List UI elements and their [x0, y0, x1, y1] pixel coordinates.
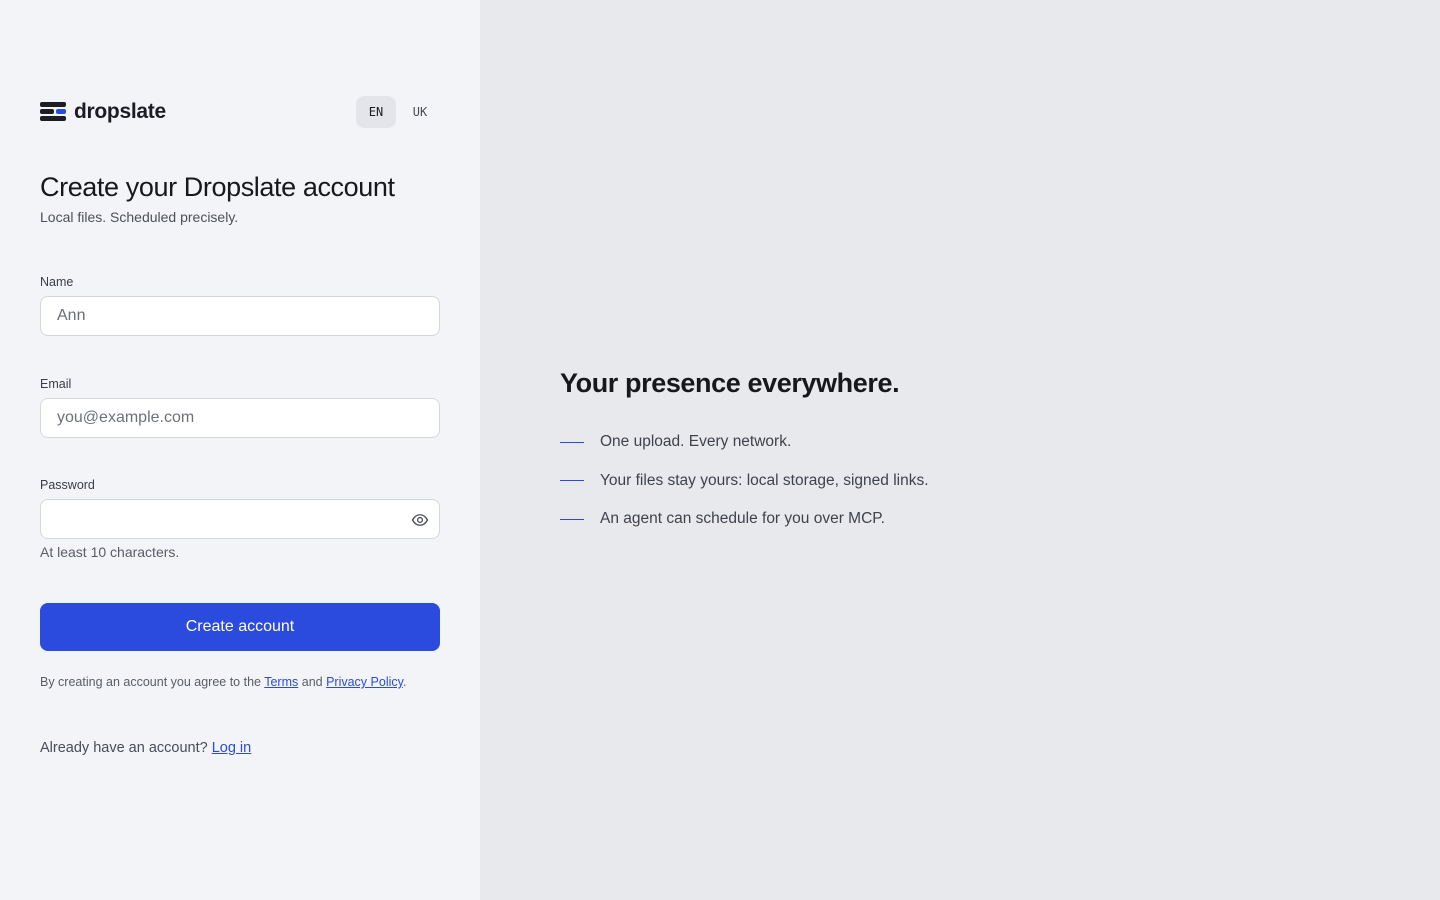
email-placeholder: you@example.com: [57, 409, 195, 426]
create-account-button[interactable]: Create account: [40, 603, 440, 651]
log-in-link[interactable]: Log in: [212, 740, 252, 756]
brand-name: dropslate: [74, 100, 166, 123]
privacy-policy-link[interactable]: Privacy Policy: [326, 675, 403, 689]
page-subtitle: Local files. Scheduled precisely.: [40, 209, 239, 225]
name-label: Name: [40, 275, 74, 289]
login-prompt-text: Already have an account?: [40, 740, 212, 756]
name-value: Ann: [57, 307, 86, 324]
legal-prefix: By creating an account you agree to the: [40, 675, 265, 689]
dash-icon: [560, 518, 584, 520]
stack-logo-icon: [40, 101, 66, 123]
page-title: Create your Dropslate account: [40, 172, 395, 202]
signup-panel: dropslate EN UK Create your Dropslate ac…: [0, 0, 480, 900]
list-item: An agent can schedule for you over MCP.: [560, 509, 929, 529]
feature-list: One upload. Every network. Your files st…: [560, 432, 929, 548]
feature-text: Your files stay yours: local storage, si…: [600, 471, 929, 489]
password-hint: At least 10 characters.: [40, 544, 180, 560]
language-switcher: EN UK: [356, 96, 440, 128]
login-prompt: Already have an account? Log in: [40, 740, 251, 756]
dash-icon: [560, 480, 584, 481]
feature-text: One upload. Every network.: [600, 433, 792, 450]
promo-panel: Your presence everywhere. One upload. Ev…: [480, 0, 1440, 900]
legal-and: and: [298, 675, 327, 689]
top-bar: dropslate EN UK: [40, 96, 440, 128]
email-label: Email: [40, 377, 72, 391]
name-field[interactable]: Ann: [40, 296, 440, 336]
brand[interactable]: dropslate: [40, 100, 166, 124]
promo-title: Your presence everywhere.: [560, 368, 900, 398]
terms-link[interactable]: Terms: [264, 675, 298, 689]
language-uk-button[interactable]: UK: [400, 96, 440, 128]
list-item: One upload. Every network.: [560, 432, 929, 452]
list-item: Your files stay yours: local storage, si…: [560, 471, 929, 491]
dash-icon: [560, 441, 584, 443]
legal-suffix: .: [402, 675, 407, 689]
password-label: Password: [40, 478, 95, 492]
feature-text: An agent can schedule for you over MCP.: [600, 510, 885, 527]
email-field[interactable]: you@example.com: [40, 398, 440, 438]
password-field[interactable]: [40, 499, 440, 539]
eye-icon[interactable]: [411, 511, 429, 529]
legal-notice: By creating an account you agree to the …: [40, 675, 406, 689]
language-en-button[interactable]: EN: [356, 96, 396, 128]
